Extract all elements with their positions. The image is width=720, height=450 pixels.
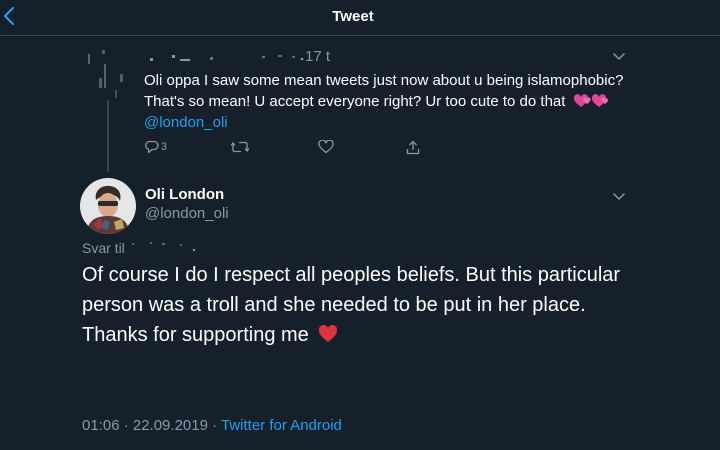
tweet-metadata: 01:06 · 22.09.2019 · Twitter for Android [82,417,342,434]
mention-link[interactable]: @london_oli [144,114,228,131]
red-heart-icon [319,324,338,342]
tweet-body: Of course I do I respect all peoples bel… [82,264,621,346]
redacted-reply-target [132,242,196,252]
author-handle[interactable]: @london_oli [145,205,229,222]
profile-photo [80,178,136,234]
reply-icon [145,140,159,154]
top-bar: Tweet [0,0,720,36]
reply-to-label: Svar til [82,240,125,256]
like-button[interactable] [318,138,334,156]
page-title: Tweet [332,8,374,25]
two-hearts-icon [573,94,608,108]
chevron-down-icon[interactable] [613,53,625,61]
avatar[interactable] [80,178,136,234]
retweet-icon [231,141,249,153]
redacted-author-name [150,55,304,61]
parent-tweet-text: Oli oppa I saw some mean tweets just now… [144,70,624,133]
retweet-button[interactable] [231,138,249,156]
heart-icon [318,140,334,154]
tweet-source-link[interactable]: Twitter for Android [221,417,342,434]
tweet-text: Of course I do I respect all peoples bel… [82,260,642,350]
tweet-timestamp: 01:06 · 22.09.2019 · [82,417,221,434]
author-name[interactable]: Oli London [145,186,224,203]
reply-count: 3 [161,141,168,153]
parent-tweet-time: 17 t [305,48,331,65]
redacted-avatar [88,50,123,98]
thread-connector [107,100,109,172]
share-button[interactable] [406,138,420,156]
reply-button[interactable]: 3 [145,138,167,156]
parent-tweet-body: Oli oppa I saw some mean tweets just now… [144,72,624,110]
chevron-down-icon[interactable] [613,193,625,201]
share-icon [406,140,420,154]
